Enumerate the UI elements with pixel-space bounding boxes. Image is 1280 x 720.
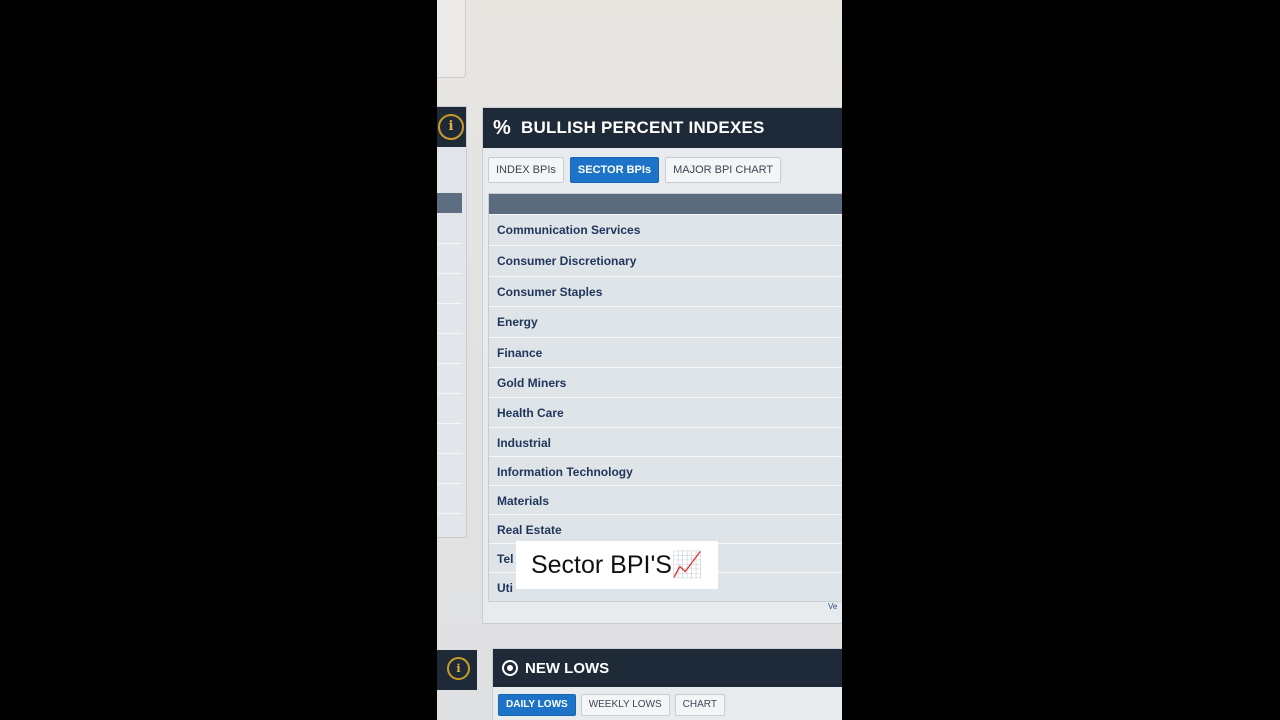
table-row[interactable]: Communication Services — [489, 214, 842, 244]
left-top-card: ➔ — [437, 0, 466, 78]
table-row[interactable]: Energy — [489, 306, 842, 336]
left-table-row — [437, 364, 462, 394]
table-row[interactable]: Consumer Staples — [489, 276, 842, 306]
sector-name[interactable]: Gold Miners — [497, 376, 566, 390]
sector-name[interactable]: Consumer Discretionary — [497, 254, 636, 268]
table-row[interactable]: Health Care — [489, 397, 842, 427]
info-icon[interactable]: i — [447, 657, 470, 680]
table-row[interactable]: Consumer Discretionary — [489, 245, 842, 275]
table-row[interactable]: Information Technology — [489, 456, 842, 486]
panel-title: BULLISH PERCENT INDEXES — [521, 118, 765, 137]
table-row[interactable]: Real Estate — [489, 514, 842, 544]
sector-name[interactable]: Real Estate — [497, 523, 562, 537]
table-row[interactable]: Gold Miners — [489, 367, 842, 397]
table-row[interactable]: Finance — [489, 337, 842, 367]
left-partial-panel: i — [437, 106, 467, 538]
left-table-row — [437, 334, 462, 364]
tab-weekly-lows[interactable]: WEEKLY LOWS — [580, 694, 670, 716]
eye-icon — [502, 660, 518, 676]
sector-name[interactable]: Communication Services — [497, 223, 640, 237]
sector-name[interactable]: Tel — [497, 552, 513, 566]
table-row[interactable]: Industrial — [489, 427, 842, 457]
sector-name[interactable]: Uti — [497, 581, 513, 595]
table-header — [489, 194, 842, 214]
left-table-row — [437, 484, 462, 514]
bpi-tabs: INDEX BPIs SECTOR BPIs MAJOR BPI CHART — [488, 157, 782, 183]
left-panel-header: i — [437, 107, 466, 147]
sector-name[interactable]: Information Technology — [497, 465, 633, 479]
left-table-row — [437, 424, 462, 454]
new-lows-title: NEW LOWS — [525, 659, 610, 677]
photo-of-screen: ➔ i i % BULLISH PERCENT INDEXES INDEX BP… — [437, 0, 842, 720]
video-caption: Sector BPI'S📈 — [516, 541, 718, 589]
percent-icon: % — [493, 116, 511, 139]
left-table-row — [437, 454, 462, 484]
sector-name[interactable]: Energy — [497, 315, 538, 329]
left-bottom-header: i — [437, 650, 477, 690]
tab-daily-lows[interactable]: DAILY LOWS — [498, 694, 576, 716]
new-lows-tabs: DAILY LOWS WEEKLY LOWS CHART — [498, 694, 725, 716]
new-lows-header: NEW LOWS — [493, 649, 842, 687]
left-table-header — [437, 193, 462, 213]
view-more-link[interactable]: Ve — [828, 602, 837, 611]
sector-name[interactable]: Finance — [497, 346, 542, 360]
tab-chart[interactable]: CHART — [674, 694, 725, 716]
tab-index-bpis[interactable]: INDEX BPIs — [488, 157, 564, 183]
tab-sector-bpis[interactable]: SECTOR BPIs — [569, 157, 660, 183]
sector-name[interactable]: Materials — [497, 494, 549, 508]
left-table-row — [437, 244, 462, 274]
left-table-row — [437, 214, 462, 244]
sector-name[interactable]: Industrial — [497, 436, 551, 450]
panel-header: % BULLISH PERCENT INDEXES — [483, 108, 842, 148]
left-table-row — [437, 304, 462, 334]
sector-name[interactable]: Health Care — [497, 406, 564, 420]
sector-name[interactable]: Consumer Staples — [497, 285, 602, 299]
info-icon[interactable]: i — [438, 114, 464, 140]
tab-major-bpi-chart[interactable]: MAJOR BPI CHART — [665, 157, 782, 183]
left-table-row — [437, 394, 462, 424]
table-row[interactable]: Materials — [489, 485, 842, 515]
new-lows-panel: NEW LOWS DAILY LOWS WEEKLY LOWS CHART — [492, 648, 842, 720]
left-table-row — [437, 274, 462, 304]
